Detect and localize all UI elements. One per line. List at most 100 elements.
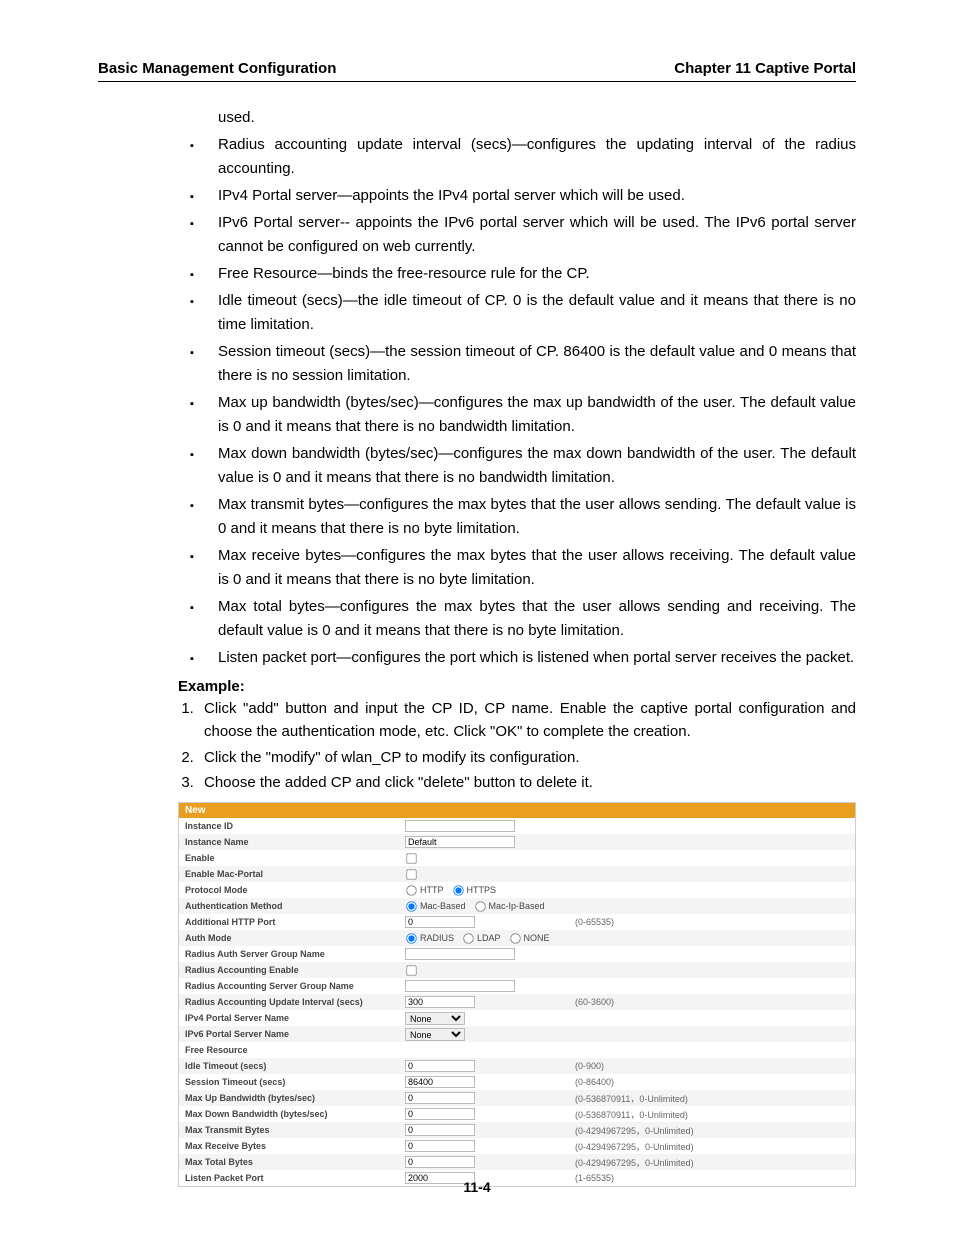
- opt-mac-ip-based: Mac-Ip-Based: [489, 901, 545, 911]
- label-max-rx: Max Receive Bytes: [185, 1141, 405, 1151]
- example-step: Choose the added CP and click "delete" b…: [198, 771, 856, 794]
- bullet-continuation: used.: [218, 106, 856, 130]
- label-enable-mac: Enable Mac-Portal: [185, 869, 405, 879]
- input-radius-interval[interactable]: [405, 996, 475, 1008]
- row-protocol: Protocol Mode HTTP HTTPS: [179, 882, 855, 898]
- checkbox-radius-acct-enable[interactable]: [406, 965, 416, 975]
- input-max-total[interactable]: [405, 1156, 475, 1168]
- row-enable: Enable: [179, 850, 855, 866]
- row-max-tx: Max Transmit Bytes (0-4294967295，0-Unlimi…: [179, 1122, 855, 1138]
- hint-max-tx: (0-4294967295，0-Unlimited): [575, 1124, 849, 1137]
- label-max-up: Max Up Bandwidth (bytes/sec): [185, 1093, 405, 1103]
- row-radius-interval: Radius Accounting Update Interval (secs)…: [179, 994, 855, 1010]
- opt-mac-based: Mac-Based: [420, 901, 466, 911]
- label-ipv6-portal: IPv6 Portal Server Name: [185, 1029, 405, 1039]
- label-protocol: Protocol Mode: [185, 885, 405, 895]
- input-max-rx[interactable]: [405, 1140, 475, 1152]
- bullet-item: Session timeout (secs)—the session timeo…: [218, 340, 856, 388]
- hint-max-total: (0-4294967295，0-Unlimited): [575, 1156, 849, 1169]
- radio-none[interactable]: [510, 933, 520, 943]
- label-radius-acct-group: Radius Accounting Server Group Name: [185, 981, 405, 991]
- row-idle-timeout: Idle Timeout (secs) (0-900): [179, 1058, 855, 1074]
- row-max-total: Max Total Bytes (0-4294967295，0-Unlimited…: [179, 1154, 855, 1170]
- example-steps: Click "add" button and input the CP ID, …: [98, 697, 856, 794]
- label-radius-interval: Radius Accounting Update Interval (secs): [185, 997, 405, 1007]
- input-radius-acct-group[interactable]: [405, 980, 515, 992]
- row-instance-name: Instance Name: [179, 834, 855, 850]
- bullet-item: Listen packet port—configures the port w…: [218, 646, 856, 670]
- row-instance-id: Instance ID: [179, 818, 855, 834]
- radio-mac-based[interactable]: [406, 901, 416, 911]
- row-max-rx: Max Receive Bytes(0-4294967295，0-Unlimit…: [179, 1138, 855, 1154]
- label-instance-id: Instance ID: [185, 821, 405, 831]
- hint-idle-timeout: (0-900): [575, 1061, 849, 1071]
- input-max-up[interactable]: [405, 1092, 475, 1104]
- bullet-item: Max down bandwidth (bytes/sec)—configure…: [218, 442, 856, 490]
- label-radius-acct-enable: Radius Accounting Enable: [185, 965, 405, 975]
- label-max-tx: Max Transmit Bytes: [185, 1125, 405, 1135]
- hint-http-port: (0-65535): [575, 917, 849, 927]
- row-max-down: Max Down Bandwidth (bytes/sec) (0-5368709…: [179, 1106, 855, 1122]
- bullet-item: Max transmit bytes—configures the max by…: [218, 493, 856, 541]
- bullet-item: IPv6 Portal server-- appoints the IPv6 p…: [218, 211, 856, 259]
- example-heading: Example:: [178, 678, 856, 695]
- radio-ldap[interactable]: [463, 933, 473, 943]
- header-left: Basic Management Configuration: [98, 60, 336, 77]
- input-max-tx[interactable]: [405, 1124, 475, 1136]
- bullet-item: IPv4 Portal server—appoints the IPv4 por…: [218, 184, 856, 208]
- row-session-timeout: Session Timeout (secs) (0-86400): [179, 1074, 855, 1090]
- radio-mac-ip-based[interactable]: [475, 901, 485, 911]
- input-radius-auth-group[interactable]: [405, 948, 515, 960]
- radio-http[interactable]: [406, 885, 416, 895]
- bullet-item: Max receive bytes—configures the max byt…: [218, 544, 856, 592]
- input-max-down[interactable]: [405, 1108, 475, 1120]
- label-radius-auth-group: Radius Auth Server Group Name: [185, 949, 405, 959]
- checkbox-enable-mac[interactable]: [406, 869, 416, 879]
- header-right: Chapter 11 Captive Portal: [674, 60, 856, 77]
- label-auth-mode: Auth Mode: [185, 933, 405, 943]
- radio-https[interactable]: [453, 885, 463, 895]
- row-ipv4-portal: IPv4 Portal Server Name None: [179, 1010, 855, 1026]
- label-http-port: Additional HTTP Port: [185, 917, 405, 927]
- bullet-item: Free Resource—binds the free-resource ru…: [218, 262, 856, 286]
- select-ipv4-portal[interactable]: None: [405, 1012, 465, 1025]
- row-auth-method: Authentication Method Mac-Based Mac-Ip-B…: [179, 898, 855, 914]
- label-free-resource: Free Resource: [185, 1045, 405, 1055]
- input-instance-id[interactable]: [405, 820, 515, 832]
- bullet-list: used. Radius accounting update interval …: [98, 106, 856, 670]
- row-ipv6-portal: IPv6 Portal Server Name None: [179, 1026, 855, 1042]
- row-radius-acct-group: Radius Accounting Server Group Name: [179, 978, 855, 994]
- select-ipv6-portal[interactable]: None: [405, 1028, 465, 1041]
- row-free-resource: Free Resource: [179, 1042, 855, 1058]
- form-title: New: [179, 803, 855, 818]
- row-max-up: Max Up Bandwidth (bytes/sec) (0-536870911…: [179, 1090, 855, 1106]
- row-enable-mac: Enable Mac-Portal: [179, 866, 855, 882]
- opt-radius: RADIUS: [420, 933, 454, 943]
- bullet-item: Radius accounting update interval (secs)…: [218, 133, 856, 181]
- example-step: Click the "modify" of wlan_CP to modify …: [198, 746, 856, 769]
- bullet-item: Idle timeout (secs)—the idle timeout of …: [218, 289, 856, 337]
- input-instance-name[interactable]: [405, 836, 515, 848]
- label-max-down: Max Down Bandwidth (bytes/sec): [185, 1109, 405, 1119]
- example-step: Click "add" button and input the CP ID, …: [198, 697, 856, 744]
- hint-max-down: (0-536870911，0-Unlimited): [575, 1108, 849, 1121]
- row-radius-acct-enable: Radius Accounting Enable: [179, 962, 855, 978]
- row-radius-auth-group: Radius Auth Server Group Name: [179, 946, 855, 962]
- bullet-item: Max total bytes—configures the max bytes…: [218, 595, 856, 643]
- opt-http: HTTP: [420, 885, 444, 895]
- label-session-timeout: Session Timeout (secs): [185, 1077, 405, 1087]
- input-idle-timeout[interactable]: [405, 1060, 475, 1072]
- label-ipv4-portal: IPv4 Portal Server Name: [185, 1013, 405, 1023]
- checkbox-enable[interactable]: [406, 853, 416, 863]
- cp-form: New Instance ID Instance Name Enable Ena…: [178, 802, 856, 1187]
- label-max-total: Max Total Bytes: [185, 1157, 405, 1167]
- label-idle-timeout: Idle Timeout (secs): [185, 1061, 405, 1071]
- radio-radius[interactable]: [406, 933, 416, 943]
- row-http-port: Additional HTTP Port (0-65535): [179, 914, 855, 930]
- hint-session-timeout: (0-86400): [575, 1077, 849, 1087]
- input-http-port[interactable]: [405, 916, 475, 928]
- input-session-timeout[interactable]: [405, 1076, 475, 1088]
- page-header: Basic Management Configuration Chapter 1…: [98, 60, 856, 82]
- page-number: 11-4: [0, 1179, 954, 1195]
- hint-max-up: (0-536870911，0-Unlimited): [575, 1092, 849, 1105]
